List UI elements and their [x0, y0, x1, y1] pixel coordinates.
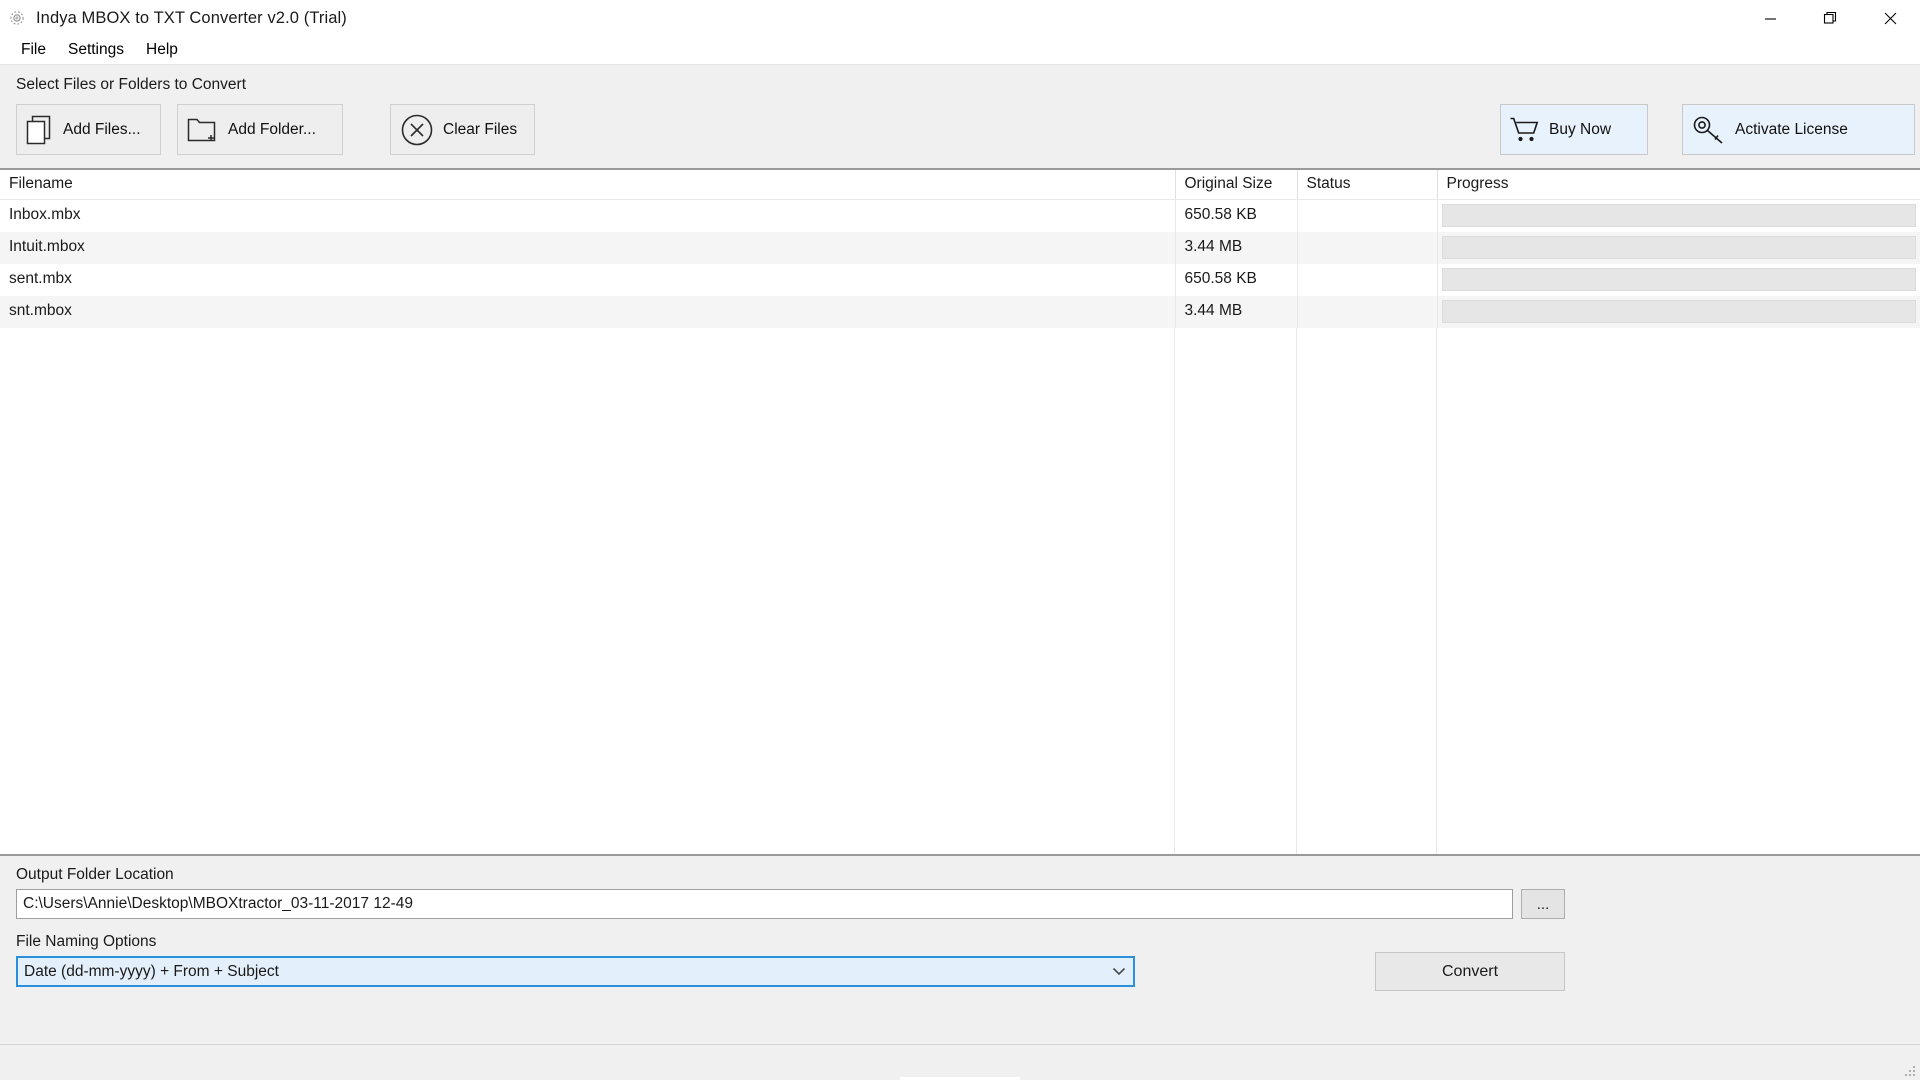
column-header-status[interactable]: Status — [1297, 170, 1438, 200]
files-icon — [17, 114, 63, 146]
empty-column-status — [1297, 327, 1437, 854]
title-bar: Indya MBOX to TXT Converter v2.0 (Trial) — [0, 0, 1920, 37]
cell-progress — [1437, 264, 1920, 296]
window-title: Indya MBOX to TXT Converter v2.0 (Trial) — [36, 8, 347, 27]
empty-column-progress — [1437, 328, 1920, 855]
add-files-button[interactable]: Add Files... — [16, 104, 161, 155]
minimize-button[interactable] — [1740, 0, 1800, 37]
cell-size: 650.58 KB — [1175, 199, 1298, 232]
cell-status — [1297, 263, 1438, 296]
output-folder-input[interactable] — [16, 889, 1513, 919]
clear-files-label: Clear Files — [443, 120, 518, 138]
menu-bar: File Settings Help — [0, 37, 1920, 64]
gear-icon — [7, 8, 27, 28]
table-header-row: Filename Original Size Status Progress — [0, 170, 1920, 200]
key-icon — [1683, 114, 1735, 146]
file-naming-dropdown[interactable]: Date (dd-mm-yyyy) + From + Subject — [16, 956, 1135, 987]
cell-size: 3.44 MB — [1175, 295, 1298, 328]
cell-filename: snt.mbox — [0, 295, 1176, 328]
file-naming-selected-value: Date (dd-mm-yyyy) + From + Subject — [24, 962, 279, 980]
window-controls — [1740, 0, 1920, 37]
file-list-empty-area[interactable] — [0, 327, 1920, 855]
column-header-original-size[interactable]: Original Size — [1175, 170, 1298, 200]
table-row[interactable]: Inbox.mbx 650.58 KB — [0, 199, 1920, 232]
progress-bar — [1441, 204, 1916, 228]
buy-now-label: Buy Now — [1549, 120, 1612, 138]
file-list-panel: Filename Original Size Status Progress I… — [0, 168, 1920, 856]
cell-size: 3.44 MB — [1175, 231, 1298, 264]
menu-item-help[interactable]: Help — [135, 38, 189, 63]
toolbar-section-label: Select Files or Folders to Convert — [16, 76, 247, 93]
progress-bar — [1441, 268, 1916, 291]
application-window: Indya MBOX to TXT Converter v2.0 (Trial)… — [0, 0, 1920, 1080]
column-header-progress[interactable]: Progress — [1437, 170, 1920, 200]
empty-column-filename — [0, 327, 1175, 854]
cell-progress — [1437, 200, 1920, 232]
circle-x-icon — [391, 112, 443, 148]
activate-license-button[interactable]: Activate License — [1682, 104, 1915, 155]
convert-button[interactable]: Convert — [1375, 952, 1565, 991]
add-folder-label: Add Folder... — [228, 120, 316, 138]
folder-add-icon — [178, 115, 228, 145]
bottom-panel: Output Folder Location ... File Naming O… — [0, 856, 1920, 1044]
activate-license-label: Activate License — [1735, 120, 1848, 138]
column-header-filename[interactable]: Filename — [0, 170, 1176, 200]
status-bar — [0, 1044, 1920, 1080]
cell-status — [1297, 199, 1438, 232]
progress-bar — [1441, 236, 1916, 259]
browse-folder-button[interactable]: ... — [1521, 889, 1565, 919]
cell-filename: Intuit.mbox — [0, 231, 1176, 264]
maximize-restore-button[interactable] — [1800, 0, 1860, 37]
progress-bar — [1441, 300, 1916, 323]
cell-size: 650.58 KB — [1175, 263, 1298, 296]
cell-status — [1297, 231, 1438, 264]
cell-progress — [1437, 295, 1920, 328]
resize-grip-icon[interactable] — [1901, 1062, 1917, 1078]
menu-item-settings[interactable]: Settings — [57, 38, 135, 63]
menu-item-file[interactable]: File — [10, 38, 57, 63]
cell-filename: Inbox.mbx — [0, 199, 1176, 232]
clear-files-button[interactable]: Clear Files — [390, 104, 535, 155]
table-row[interactable]: sent.mbx 650.58 KB — [0, 263, 1920, 296]
table-row[interactable]: Intuit.mbox 3.44 MB — [0, 231, 1920, 264]
chevron-down-icon — [1105, 967, 1133, 976]
shopping-cart-icon — [1501, 115, 1549, 145]
empty-column-size — [1175, 327, 1297, 854]
close-button[interactable] — [1860, 0, 1920, 37]
table-row[interactable]: snt.mbox 3.44 MB — [0, 295, 1920, 328]
toolbar: Select Files or Folders to Convert Add F… — [0, 64, 1920, 168]
add-files-label: Add Files... — [63, 120, 141, 138]
add-folder-button[interactable]: Add Folder... — [177, 104, 343, 155]
file-list-table: Filename Original Size Status Progress I… — [0, 170, 1920, 328]
cell-status — [1297, 295, 1438, 328]
cell-progress — [1437, 231, 1920, 264]
buy-now-button[interactable]: Buy Now — [1500, 104, 1648, 155]
output-folder-label: Output Folder Location — [16, 866, 174, 883]
file-naming-label: File Naming Options — [16, 933, 157, 950]
cell-filename: sent.mbx — [0, 263, 1176, 296]
